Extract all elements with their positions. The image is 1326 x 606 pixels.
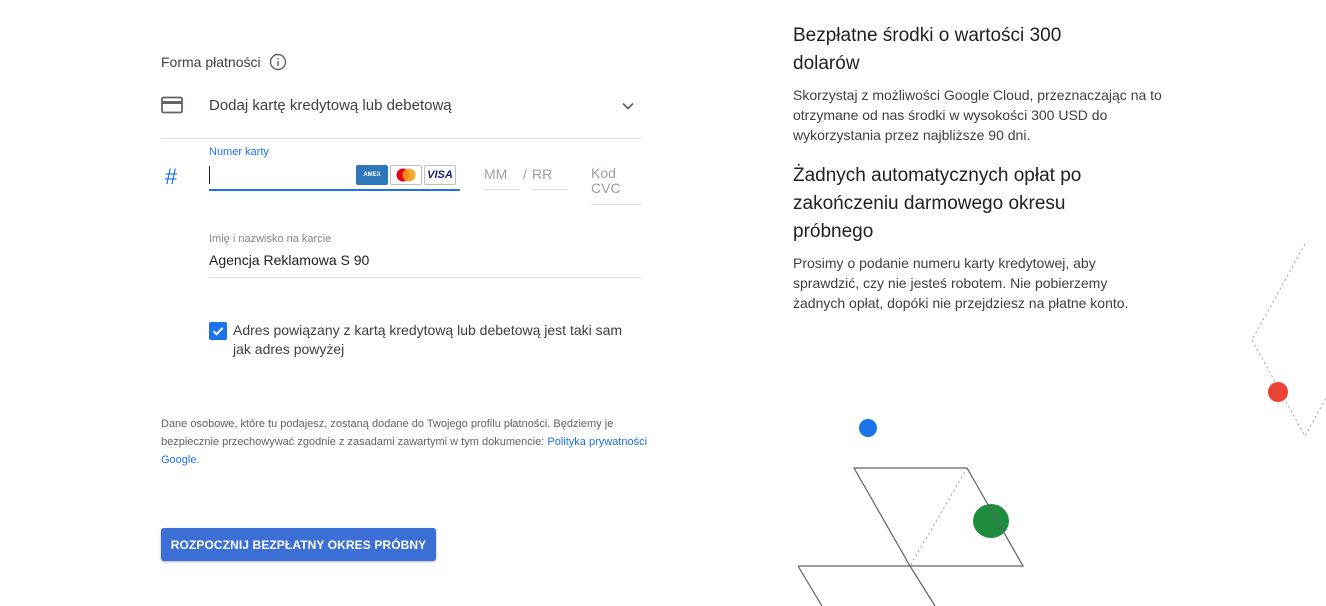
chevron-down-icon[interactable] xyxy=(620,98,636,114)
expiry-separator: / xyxy=(523,166,527,182)
mastercard-logo-icon xyxy=(390,165,422,185)
expiry-month-input[interactable]: MM xyxy=(484,166,520,190)
cardholder-input[interactable]: Agencja Reklamowa S 90 xyxy=(209,252,642,278)
amex-logo-icon: AMEX xyxy=(356,165,388,185)
hash-icon: # xyxy=(165,164,178,189)
check-icon xyxy=(212,327,224,336)
same-address-checkbox[interactable] xyxy=(209,322,227,340)
payment-method-label: Dodaj kartę kredytową lub debetową xyxy=(209,97,452,114)
credits-description: Skorzystaj z możliwości Google Cloud, pr… xyxy=(793,87,1162,143)
payment-section-title: Forma płatności xyxy=(161,53,287,71)
dotted-diamond xyxy=(1251,243,1326,438)
privacy-notice: Dane osobowe, które tu podajesz, zostaną… xyxy=(161,415,651,469)
credit-card-icon xyxy=(161,96,183,114)
info-icon[interactable] xyxy=(269,53,287,71)
cardholder-label: Imię i nazwisko na karcie xyxy=(209,233,332,245)
same-address-label: Adres powiązany z kartą kredytową lub de… xyxy=(233,322,623,357)
text-caret xyxy=(209,166,210,184)
start-free-trial-button[interactable]: ROZPOCZNIJ BEZPŁATNY OKRES PRÓBNY xyxy=(161,528,436,561)
dotted-line xyxy=(909,467,968,567)
section-title-text: Forma płatności xyxy=(161,54,261,70)
privacy-end: . xyxy=(196,454,200,466)
red-dot xyxy=(1268,382,1288,402)
blue-dot xyxy=(859,419,877,437)
payment-method-select[interactable]: Dodaj kartę kredytową lub debetową xyxy=(161,90,642,139)
expiry-year-input[interactable]: RR xyxy=(532,166,568,190)
privacy-text: Dane osobowe, które tu podajesz, zostaną… xyxy=(161,418,614,448)
cvc-input[interactable]: Kod CVC xyxy=(591,166,642,205)
card-number-label: Numer karty xyxy=(209,146,269,158)
card-brand-logos: AMEX VISA xyxy=(356,165,456,185)
credits-heading: Bezpłatne środki o wartości 300 dolarów xyxy=(793,25,1062,74)
decorative-illustration xyxy=(797,243,1326,606)
card-number-input[interactable]: AMEX VISA xyxy=(209,164,460,191)
visa-logo-icon: VISA xyxy=(424,165,456,185)
